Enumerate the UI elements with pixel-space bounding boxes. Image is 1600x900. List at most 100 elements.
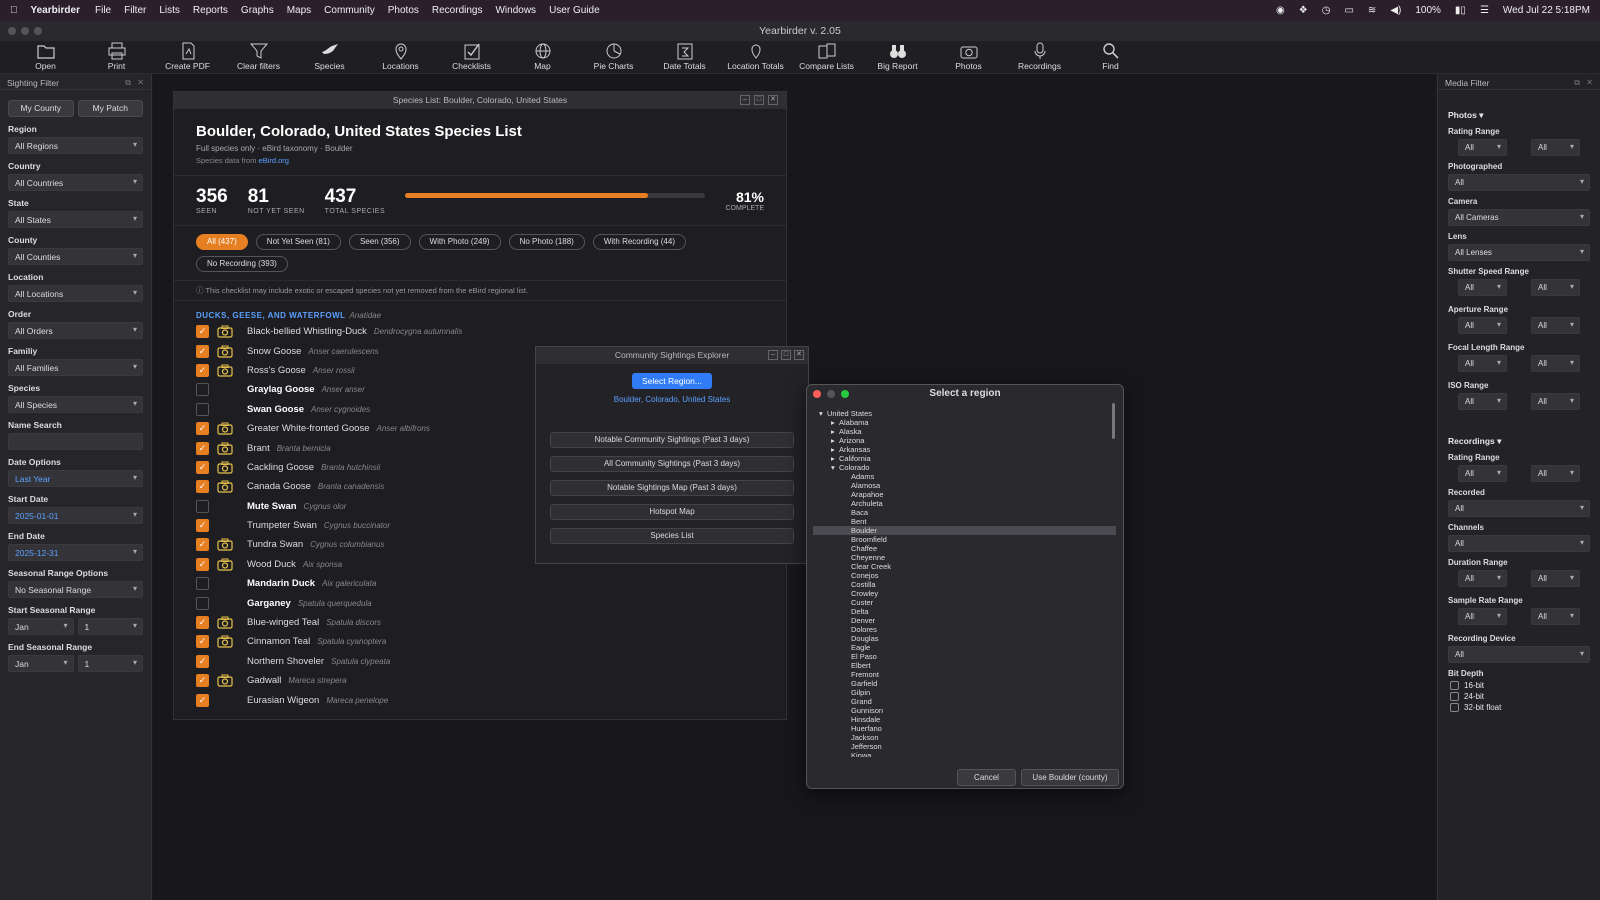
camera-icon[interactable] [217, 422, 233, 435]
species-name[interactable]: Swan Goose [247, 404, 304, 415]
tree-item[interactable]: Hinsdale [813, 715, 1116, 724]
my-county-button[interactable]: My County [8, 100, 74, 117]
tree-item[interactable]: Adams [813, 472, 1116, 481]
menu-recordings[interactable]: Recordings [432, 5, 483, 16]
bit-depth-24-checkbox[interactable]: 24-bit [1450, 692, 1588, 701]
seen-checkbox[interactable]: ✓ [196, 635, 209, 649]
lens-select[interactable]: All Lenses [1448, 244, 1590, 261]
recordings-section-toggle[interactable]: Recordings ▾ [1448, 436, 1590, 447]
dialog-close-button[interactable] [813, 390, 821, 398]
filter-with-photo[interactable]: With Photo (249) [418, 234, 501, 250]
camera-icon[interactable] [217, 480, 233, 493]
tree-item[interactable]: Kiowa [813, 751, 1116, 757]
list-item[interactable]: ✓ Blue-winged Teal Spatula discors [174, 613, 786, 632]
sample-min-select[interactable]: All [1458, 608, 1507, 625]
cancel-button[interactable]: Cancel [957, 769, 1016, 786]
big-report-button[interactable]: Big Report [862, 41, 933, 73]
tree-item[interactable]: Delta [813, 607, 1116, 616]
tree-item[interactable]: El Paso [813, 652, 1116, 661]
camera-icon[interactable] [217, 616, 233, 629]
tree-item[interactable]: ▸ Arkansas [813, 445, 1116, 454]
menu-file[interactable]: File [95, 5, 111, 16]
species-select[interactable]: All Species [8, 396, 143, 413]
end-seasonal-day[interactable]: 1 [77, 655, 143, 672]
tree-item[interactable]: Huerfano [813, 724, 1116, 733]
tree-item[interactable]: Bent [813, 517, 1116, 526]
tree-item[interactable]: Custer [813, 598, 1116, 607]
select-region-button[interactable]: Select Region... [631, 373, 712, 389]
tree-item[interactable]: ▸ Alaska [813, 427, 1116, 436]
photographed-select[interactable]: All [1448, 174, 1590, 191]
use-region-button[interactable]: Use Boulder (county) [1021, 769, 1119, 786]
filter-all[interactable]: All (437) [196, 234, 248, 250]
seen-checkbox[interactable]: ✓ [196, 674, 209, 688]
tree-item[interactable]: Boulder [813, 526, 1116, 535]
list-item[interactable]: ✓ Northern Shoveler Spatula clypeata [174, 652, 786, 671]
all-sightings-button[interactable]: All Community Sightings (Past 3 days) [550, 456, 794, 472]
species-name[interactable]: Tundra Swan [247, 539, 303, 550]
camera-icon[interactable] [217, 538, 233, 552]
recordings-button[interactable]: Recordings [1004, 41, 1075, 73]
tree-item[interactable]: ▸ California [813, 454, 1116, 463]
photos-section-toggle[interactable]: Photos ▾ [1448, 110, 1590, 121]
species-name[interactable]: Snow Goose [247, 346, 301, 357]
open-button[interactable]: Open [10, 41, 81, 73]
date-totals-button[interactable]: Date Totals [649, 41, 720, 73]
disclosure-closed-icon[interactable]: ▸ [831, 445, 839, 454]
tree-item[interactable]: Broomfield [813, 535, 1116, 544]
species-name[interactable]: Mandarin Duck [247, 578, 315, 589]
species-name[interactable]: Cackling Goose [247, 462, 314, 473]
species-list-button[interactable]: Species List [550, 528, 794, 544]
battery-icon[interactable]: ▮▯ [1455, 5, 1466, 16]
find-button[interactable]: Find [1075, 41, 1146, 73]
filter-seen[interactable]: Seen (356) [348, 234, 411, 250]
compare-lists-button[interactable]: Compare Lists [791, 41, 862, 73]
tree-item[interactable]: Douglas [813, 634, 1116, 643]
tree-item[interactable]: ▾ United States [813, 409, 1116, 418]
maximize-icon[interactable]: □ [754, 95, 764, 105]
disclosure-open-icon[interactable]: ▾ [831, 463, 839, 472]
checklists-button[interactable]: Checklists [436, 41, 507, 73]
my-patch-button[interactable]: My Patch [77, 100, 143, 117]
list-item[interactable]: Mandarin Duck Aix galericulata [174, 574, 786, 593]
tree-item[interactable]: Clear Creek [813, 562, 1116, 571]
tree-item[interactable]: Garfield [813, 679, 1116, 688]
tree-item[interactable]: Arapahoe [813, 490, 1116, 499]
seen-checkbox[interactable] [196, 577, 209, 591]
seen-checkbox[interactable]: ✓ [196, 441, 209, 455]
species-name[interactable]: Brant [247, 443, 270, 454]
species-name[interactable]: Northern Shoveler [247, 656, 324, 667]
species-name[interactable]: Wood Duck [247, 559, 296, 570]
notable-map-button[interactable]: Notable Sightings Map (Past 3 days) [550, 480, 794, 496]
tree-item[interactable]: Cheyenne [813, 553, 1116, 562]
print-button[interactable]: Print [81, 41, 152, 73]
menu-community[interactable]: Community [324, 5, 375, 16]
tree-item[interactable]: Denver [813, 616, 1116, 625]
zoom-window-button[interactable] [34, 27, 42, 35]
start-seasonal-day[interactable]: 1 [77, 618, 143, 635]
close-icon[interactable]: ✕ [1586, 78, 1593, 87]
species-name[interactable]: Blue-winged Teal [247, 617, 319, 628]
dialog-minimize-button[interactable] [827, 390, 835, 398]
tree-item[interactable]: Archuleta [813, 499, 1116, 508]
rating-max-select[interactable]: All [1531, 139, 1580, 156]
tree-item[interactable]: Eagle [813, 643, 1116, 652]
aperture-min-select[interactable]: All [1458, 317, 1507, 334]
family-select[interactable]: All Families [8, 359, 143, 376]
location-select[interactable]: All Locations [8, 285, 143, 302]
seen-checkbox[interactable]: ✓ [196, 693, 209, 707]
pie-charts-button[interactable]: Pie Charts [578, 41, 649, 73]
menu-reports[interactable]: Reports [193, 5, 228, 16]
species-name[interactable]: Canada Goose [247, 481, 311, 492]
tree-item[interactable]: Fremont [813, 670, 1116, 679]
camera-icon[interactable] [217, 635, 233, 649]
camera-icon[interactable] [217, 345, 233, 358]
dialog-zoom-button[interactable] [841, 390, 849, 398]
iso-min-select[interactable]: All [1458, 393, 1507, 410]
notable-sightings-button[interactable]: Notable Community Sightings (Past 3 days… [550, 432, 794, 448]
iso-max-select[interactable]: All [1531, 393, 1580, 410]
species-name[interactable]: Black-bellied Whistling-Duck [247, 326, 367, 337]
camera-icon[interactable] [217, 558, 233, 571]
time-machine-icon[interactable]: ◷ [1322, 5, 1331, 16]
menu-user-guide[interactable]: User Guide [549, 5, 600, 16]
